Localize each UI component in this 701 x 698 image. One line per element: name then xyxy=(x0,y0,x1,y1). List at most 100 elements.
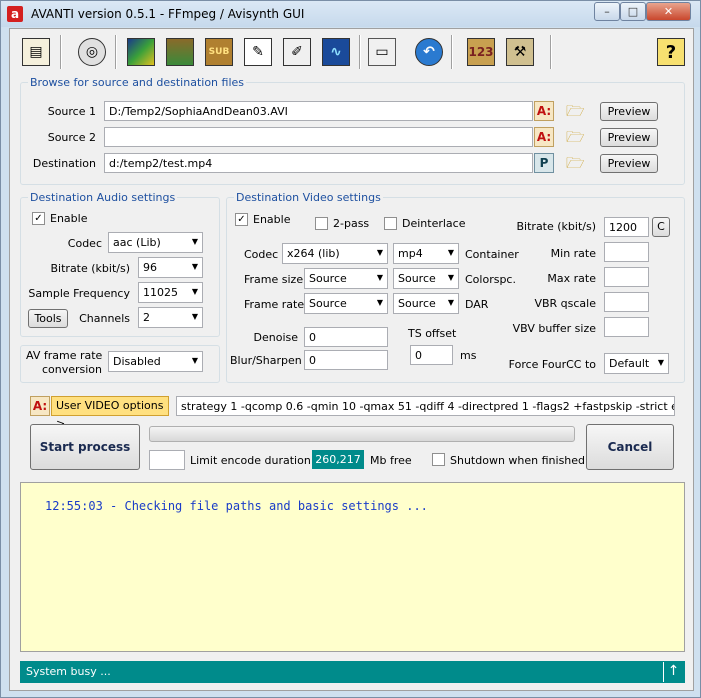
toolbar-disc-button[interactable]: ◎ xyxy=(76,36,108,68)
sample-frequency-select[interactable]: 11025 xyxy=(138,282,203,303)
toolbar-edit-button[interactable]: ✎ xyxy=(242,36,274,68)
scroll-top-button[interactable]: ↑ xyxy=(663,662,683,682)
maximize-button[interactable]: □ xyxy=(620,2,646,21)
max-rate-label: Max rate xyxy=(547,272,596,285)
toolbar-subtitle-button[interactable]: SUB xyxy=(203,36,235,68)
source1-open-folder-icon[interactable]: 🗁 xyxy=(566,103,586,119)
blur-sharpen-label: Blur/Sharpen xyxy=(230,354,302,367)
toolbar-script-button[interactable]: ✐ xyxy=(281,36,313,68)
frame-size-select[interactable]: Source xyxy=(304,268,388,289)
script-tools-icon: ✐ xyxy=(283,38,311,66)
video-filmstrip-icon xyxy=(127,38,155,66)
film-clip-icon xyxy=(166,38,194,66)
title-bar: a AVANTI version 0.5.1 - FFmpeg / Avisyn… xyxy=(1,1,700,27)
toolbar: ▤ ◎ SUB ✎ ✐ ∿ ▭ ↶ 123 ⚒ ? xyxy=(10,29,693,75)
close-button[interactable]: ✕ xyxy=(646,2,691,21)
source2-open-folder-icon[interactable]: 🗁 xyxy=(566,129,586,145)
two-pass-checkbox[interactable] xyxy=(315,217,328,230)
number-counter-icon: 123 xyxy=(467,38,495,66)
source1-preview-button[interactable]: Preview xyxy=(600,102,658,121)
destination-p-button[interactable]: P xyxy=(534,153,554,173)
source2-font-button[interactable]: A: xyxy=(534,127,554,147)
video-codec-label: Codec xyxy=(244,248,279,261)
video-bitrate-input[interactable]: 1200 xyxy=(604,217,649,237)
min-rate-input[interactable] xyxy=(604,242,649,262)
destination-input[interactable]: d:/temp2/test.mp4 xyxy=(104,153,533,173)
audio-enable-checkbox[interactable]: ✓ xyxy=(32,212,45,225)
video-bitrate-label: Bitrate (kbit/s) xyxy=(516,220,597,233)
ts-offset-input[interactable]: 0 xyxy=(410,345,453,365)
audio-codec-select[interactable]: aac (Lib) xyxy=(108,232,203,253)
dar-select[interactable]: Source xyxy=(393,293,459,314)
colorspace-select[interactable]: Source xyxy=(393,268,459,289)
toolbar-settings-window-button[interactable]: ▤ xyxy=(20,36,52,68)
source1-input[interactable]: D:/Temp2/SophiaAndDean03.AVI xyxy=(104,101,533,121)
cancel-button[interactable]: Cancel xyxy=(586,424,674,470)
browse-group-legend: Browse for source and destination files xyxy=(28,76,247,89)
max-rate-input[interactable] xyxy=(604,267,649,287)
audio-codec-label: Codec xyxy=(67,237,102,250)
av-frame-select[interactable]: Disabled xyxy=(108,351,203,372)
toolbar-undo-button[interactable]: ↶ xyxy=(413,36,445,68)
toolbar-open-folder-button[interactable]: ▭ xyxy=(366,36,398,68)
deinterlace-checkbox[interactable] xyxy=(384,217,397,230)
user-video-options-input[interactable]: strategy 1 -qcomp 0.6 -qmin 10 -qmax 51 … xyxy=(176,396,675,416)
toolbar-film-button[interactable] xyxy=(164,36,196,68)
toolbar-counter-button[interactable]: 123 xyxy=(465,36,497,68)
audio-waveform-icon: ∿ xyxy=(322,38,350,66)
window-title: AVANTI version 0.5.1 - FFmpeg / Avisynth… xyxy=(31,7,305,21)
sample-frequency-label: Sample Frequency xyxy=(28,287,130,300)
audio-tools-button[interactable]: Tools xyxy=(28,309,68,328)
destination-label: Destination xyxy=(32,157,96,170)
shutdown-label: Shutdown when finished xyxy=(450,454,586,467)
frame-size-label: Frame size xyxy=(244,273,304,286)
user-video-options-button[interactable]: User VIDEO options > xyxy=(51,396,169,430)
ts-offset-label: TS offset xyxy=(408,327,457,340)
folder-icon: ▭ xyxy=(368,38,396,66)
audio-channels-label: Channels xyxy=(79,312,130,325)
vbr-qscale-input[interactable] xyxy=(604,292,649,312)
destination-preview-button[interactable]: Preview xyxy=(600,154,658,173)
video-group-legend: Destination Video settings xyxy=(234,191,383,204)
source1-font-button[interactable]: A: xyxy=(534,101,554,121)
start-process-button[interactable]: Start process xyxy=(30,424,140,470)
ts-offset-unit: ms xyxy=(460,349,477,362)
toolbar-separator xyxy=(550,35,552,69)
destination-open-folder-icon[interactable]: 🗁 xyxy=(566,155,586,171)
bitrate-calc-button[interactable]: C xyxy=(652,217,670,237)
container-select[interactable]: mp4 xyxy=(393,243,459,264)
av-frame-conversion-label: conversion xyxy=(41,363,102,376)
toolbar-film-tools-button[interactable]: ⚒ xyxy=(504,36,536,68)
subtitle-film-icon: SUB xyxy=(205,38,233,66)
vbv-buffer-label: VBV buffer size xyxy=(512,322,596,335)
frame-rate-select[interactable]: Source xyxy=(304,293,388,314)
toolbar-audio-button[interactable]: ∿ xyxy=(320,36,352,68)
client-area: ▤ ◎ SUB ✎ ✐ ∿ ▭ ↶ 123 ⚒ ? Browse for sou… xyxy=(9,28,694,691)
vbr-qscale-label: VBR qscale xyxy=(534,297,596,310)
minimize-button[interactable]: – xyxy=(594,2,620,21)
toolbar-separator xyxy=(60,35,62,69)
source1-label: Source 1 xyxy=(47,105,96,118)
source2-preview-button[interactable]: Preview xyxy=(600,128,658,147)
toolbar-separator xyxy=(359,35,361,69)
source2-input[interactable] xyxy=(104,127,533,147)
vbv-buffer-input[interactable] xyxy=(604,317,649,337)
video-enable-label: Enable xyxy=(253,213,291,226)
app-logo-icon: a xyxy=(7,6,23,22)
toolbar-help-button[interactable]: ? xyxy=(655,36,687,68)
help-question-icon: ? xyxy=(657,38,685,66)
audio-bitrate-select[interactable]: 96 xyxy=(138,257,203,278)
denoise-input[interactable]: 0 xyxy=(304,327,388,347)
av-frame-rate-label: AV frame rate xyxy=(26,349,103,362)
blur-sharpen-input[interactable]: 0 xyxy=(304,350,388,370)
shutdown-checkbox[interactable] xyxy=(432,453,445,466)
toolbar-video-button[interactable] xyxy=(125,36,157,68)
force-fourcc-select[interactable]: Default xyxy=(604,353,669,374)
audio-channels-select[interactable]: 2 xyxy=(138,307,203,328)
video-codec-select[interactable]: x264 (lib) xyxy=(282,243,388,264)
edit-document-icon: ✎ xyxy=(244,38,272,66)
user-options-font-button[interactable]: A: xyxy=(30,396,50,416)
limit-duration-input[interactable] xyxy=(149,450,185,470)
video-enable-checkbox[interactable]: ✓ xyxy=(235,213,248,226)
free-space-label: Mb free xyxy=(370,454,412,467)
